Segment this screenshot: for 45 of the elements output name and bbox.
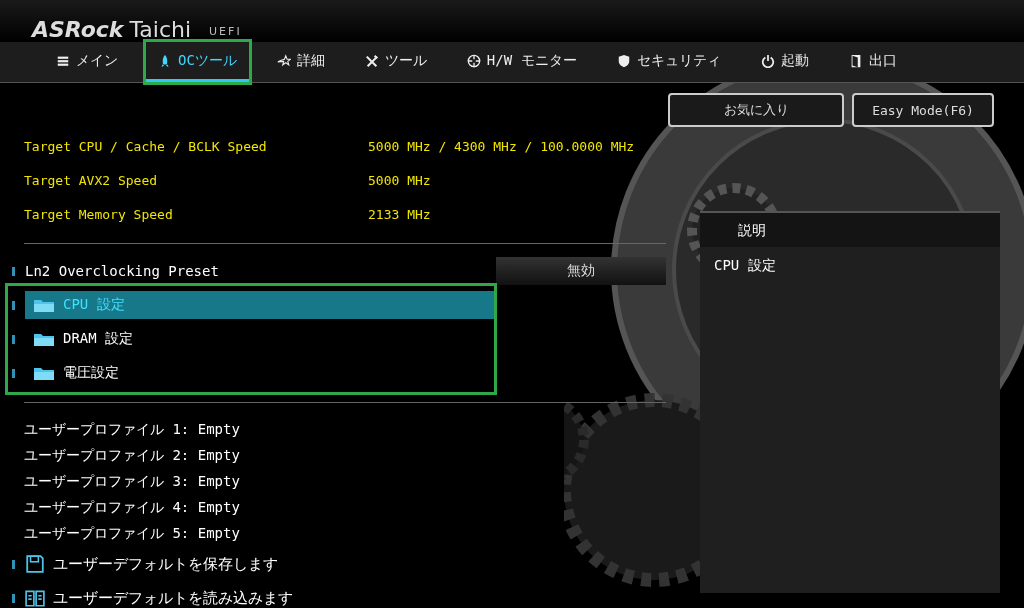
power-icon — [760, 53, 775, 68]
target-value: 2133 MHz — [368, 206, 431, 222]
row-marker-icon — [12, 559, 15, 569]
brand-logo: ASRock — [32, 17, 124, 42]
description-text: CPU 設定 — [713, 256, 777, 275]
profile-item[interactable]: ユーザープロファイル 2: Empty — [24, 443, 666, 469]
menu-tab[interactable]: セキュリティ — [604, 42, 733, 82]
mode-button[interactable]: お気に入り — [668, 93, 844, 127]
row-marker-icon — [12, 334, 15, 344]
menu-tab[interactable]: 出口 — [836, 42, 909, 82]
row-marker-icon — [12, 593, 15, 603]
model-name: Taichi — [129, 17, 192, 42]
preset-label: Ln2 Overclocking Preset — [25, 263, 220, 279]
row-marker-icon — [12, 300, 15, 310]
row-marker-icon — [12, 368, 15, 378]
target-label: Target Memory Speed — [24, 206, 174, 222]
profile-item[interactable]: ユーザープロファイル 4: Empty — [24, 495, 666, 521]
description-title: 説明 — [700, 213, 1000, 247]
folder-icon — [33, 331, 55, 347]
row-marker-icon — [12, 266, 15, 276]
menu-tab[interactable]: 起動 — [748, 42, 821, 82]
menu-tab[interactable]: メイン — [44, 42, 130, 82]
mode-button[interactable]: Easy Mode(F6) — [852, 93, 994, 127]
folder-item[interactable]: DRAM 設定 — [25, 325, 494, 353]
preset-dropdown[interactable]: 無効 — [496, 257, 666, 285]
firmware-label: UEFI — [209, 25, 242, 38]
target-label: Target CPU / Cache / BCLK Speed — [24, 138, 268, 154]
target-value: 5000 MHz — [368, 172, 431, 188]
menu-tab[interactable]: OCツール — [146, 42, 249, 82]
action-item[interactable]: ユーザーデフォルトを読み込みます — [53, 588, 293, 608]
profile-item[interactable]: ユーザープロファイル 3: Empty — [24, 469, 666, 495]
target-value: 5000 MHz / 4300 MHz / 100.0000 MHz — [368, 138, 635, 154]
menu-tab[interactable]: H/W モニター — [454, 42, 589, 82]
crosshair-icon — [466, 53, 481, 68]
star-icon — [276, 53, 291, 68]
menu-tab[interactable]: 詳細 — [264, 42, 337, 82]
folder-item[interactable]: 電圧設定 — [25, 359, 494, 387]
profile-item[interactable]: ユーザープロファイル 5: Empty — [24, 521, 666, 547]
menu-tab[interactable]: ツール — [352, 42, 439, 82]
book-icon — [25, 588, 45, 608]
folder-icon — [33, 365, 55, 381]
profile-item[interactable]: ユーザープロファイル 1: Empty — [24, 417, 666, 443]
target-label: Target AVX2 Speed — [24, 172, 159, 188]
action-item[interactable]: ユーザーデフォルトを保存します — [53, 554, 278, 574]
folder-icon — [33, 297, 55, 313]
